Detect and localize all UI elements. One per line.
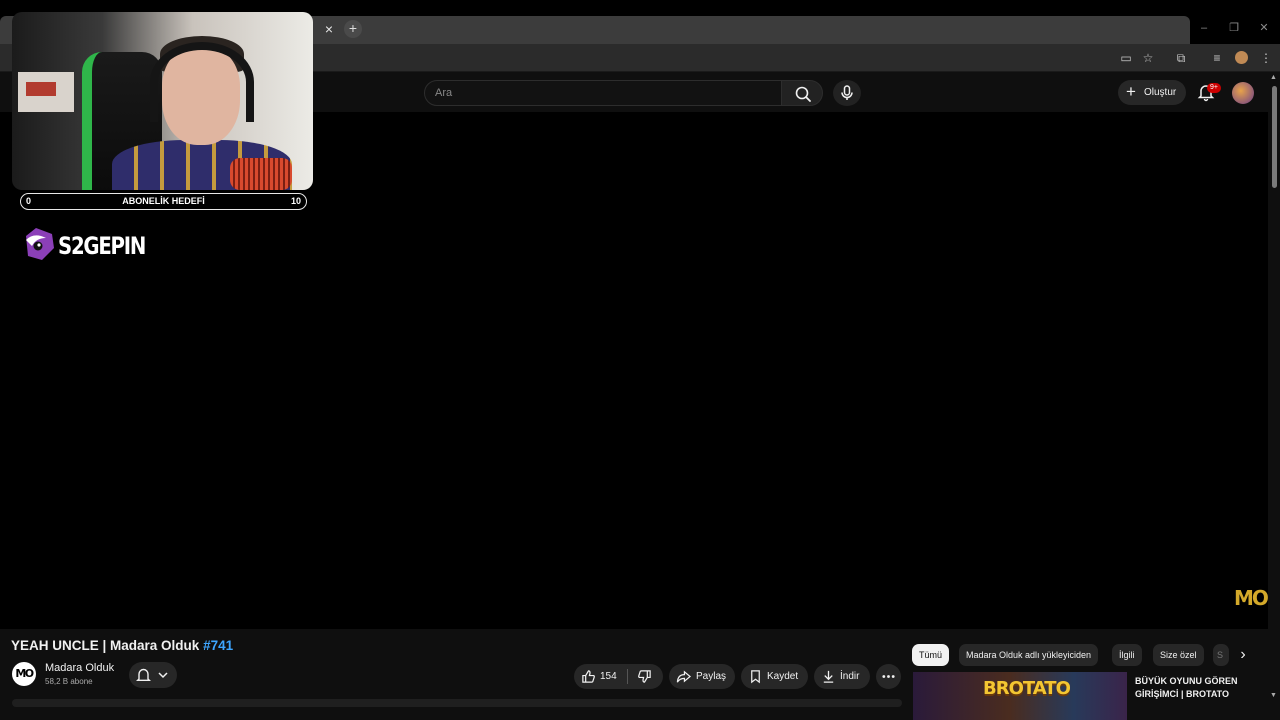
recommended-video-thumbnail[interactable]: BROTATO	[913, 672, 1127, 720]
headset	[150, 42, 254, 122]
share-icon	[676, 670, 691, 683]
mic-icon	[841, 85, 853, 100]
download-icon	[823, 670, 834, 683]
more-icon	[882, 675, 895, 678]
sponsor-logo-text: S2GEPIN	[58, 232, 146, 260]
install-app-icon[interactable]: ▭	[1116, 48, 1136, 68]
new-tab-button[interactable]: +	[344, 20, 362, 38]
scrollbar-thumb[interactable]	[1272, 86, 1277, 188]
account-avatar[interactable]	[1232, 82, 1254, 104]
save-label: Kaydet	[767, 671, 799, 682]
share-button[interactable]: Paylaş	[669, 664, 735, 689]
hashtag-link[interactable]: #741	[203, 638, 233, 653]
restore-button[interactable]: ❐	[1220, 18, 1248, 38]
channel-avatar[interactable]: MO	[12, 662, 36, 686]
video-title: YEAH UNCLE | Madara Olduk #741	[11, 638, 233, 653]
download-label: İndir	[840, 671, 860, 682]
chip-related[interactable]: İlgili	[1112, 644, 1142, 666]
bookmark-icon	[751, 670, 760, 684]
like-count[interactable]: 154	[600, 664, 617, 689]
background-box	[26, 82, 56, 96]
like-icon[interactable]	[581, 669, 596, 684]
download-button[interactable]: İndir	[814, 664, 870, 689]
recommended-video-title[interactable]: BÜYÜK OYUNU GÖREN GİRİŞİMCİ | BROTATO	[1135, 675, 1265, 701]
dislike-icon[interactable]	[637, 669, 652, 684]
thumbnail-text: BROTATO	[983, 678, 1071, 699]
close-window-button[interactable]: ✕	[1250, 18, 1278, 38]
bell-icon	[136, 668, 168, 681]
scroll-up-arrow[interactable]: ▲	[1270, 74, 1278, 81]
description-box[interactable]	[12, 699, 902, 707]
notification-badge: 9+	[1207, 83, 1221, 93]
more-actions-button[interactable]	[876, 664, 901, 689]
microphone	[230, 158, 292, 190]
channel-watermark[interactable]: MO	[1234, 586, 1269, 610]
chip-for-you[interactable]: Size özel	[1153, 644, 1204, 666]
extensions-icon[interactable]: ⧉	[1171, 48, 1191, 68]
share-label: Paylaş	[696, 671, 727, 682]
subscription-bell-button[interactable]	[129, 662, 177, 688]
search-button[interactable]	[781, 80, 823, 106]
profile-icon[interactable]	[1231, 48, 1251, 68]
goal-label: ABONELİK HEDEFİ	[122, 196, 205, 206]
bookmark-star-icon[interactable]: ☆	[1138, 48, 1158, 68]
chip-from-uploader[interactable]: Madara Olduk adlı yükleyiciden	[959, 644, 1099, 666]
chip-all[interactable]: Tümü	[912, 644, 950, 666]
sponsor-logo-icon	[26, 228, 54, 260]
voice-search-button[interactable]	[833, 80, 861, 106]
plus-icon: +	[1126, 82, 1136, 101]
subscriber-goal-bar: 0 ABONELİK HEDEFİ 10	[20, 193, 307, 210]
goal-max: 10	[290, 196, 301, 206]
chip-partial[interactable]: S	[1213, 644, 1229, 666]
like-dislike-group: 154	[574, 664, 663, 689]
media-control-icon[interactable]: ≡	[1207, 48, 1227, 68]
video-title-text: YEAH UNCLE | Madara Olduk	[11, 638, 204, 653]
minimize-button[interactable]: –	[1190, 18, 1218, 38]
like-divider	[627, 669, 628, 684]
subscriber-count: 58,2 B abone	[45, 677, 93, 686]
browser-menu-icon[interactable]: ⋮	[1256, 48, 1276, 68]
search-icon	[795, 86, 811, 102]
save-button[interactable]: Kaydet	[741, 664, 808, 689]
search-input[interactable]: Ara	[424, 80, 782, 106]
chevron-right-icon[interactable]: ›	[1234, 646, 1252, 664]
channel-name[interactable]: Madara Olduk	[45, 662, 114, 674]
scroll-down-arrow[interactable]: ▼	[1270, 692, 1278, 699]
streamer-webcam	[12, 12, 313, 190]
tab-close-icon[interactable]: ×	[320, 18, 338, 40]
